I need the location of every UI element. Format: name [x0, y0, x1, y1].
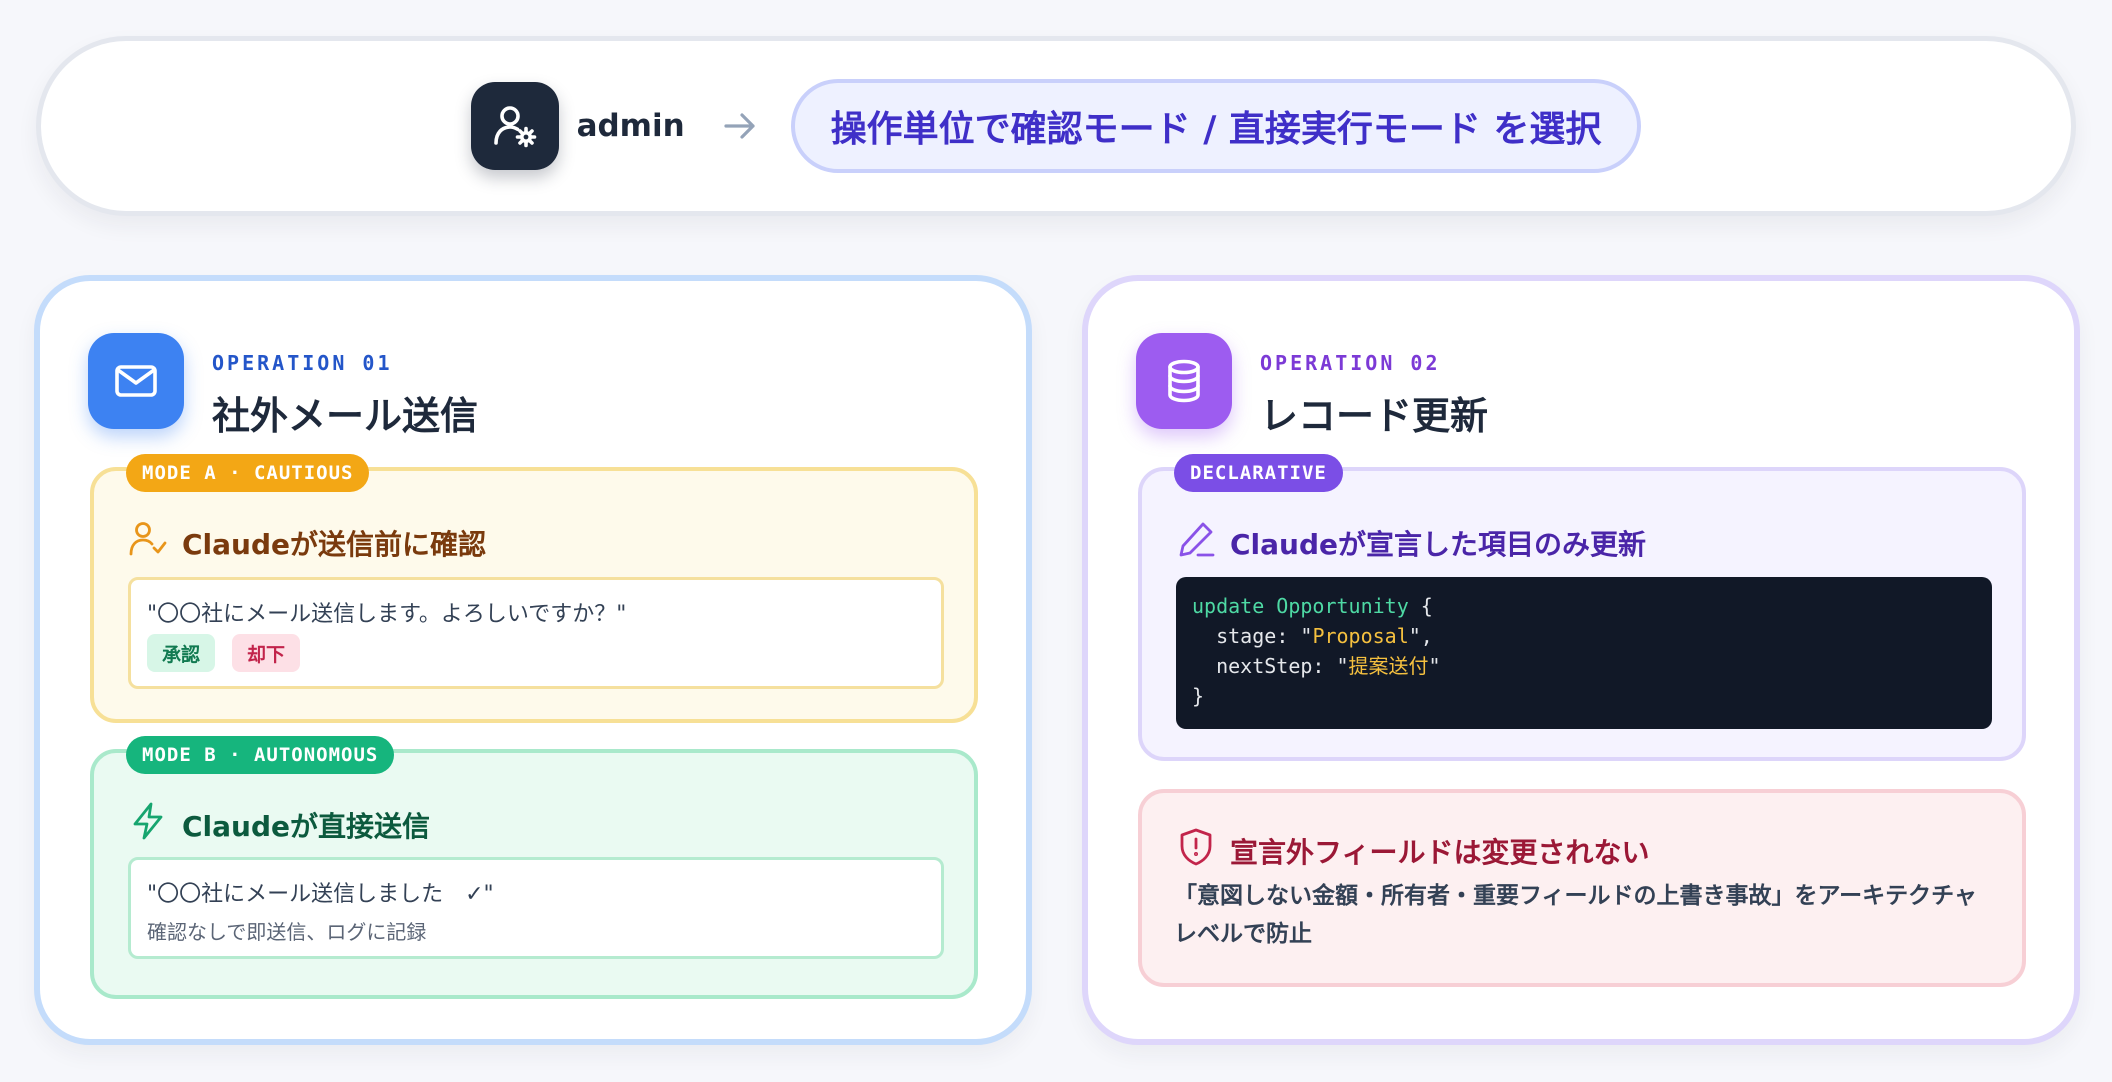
reject-button[interactable]: 却下: [232, 634, 301, 672]
arrow-right-icon: [723, 111, 757, 141]
operation-card-email: OPERATION 01 社外メール送信 MODE A · CAUTIOUS C…: [34, 275, 1032, 1045]
operation-card-record: OPERATION 02 レコード更新 DECLARATIVE Claudeが宣…: [1082, 275, 2080, 1045]
guard-heading: 宣言外フィールドは変更されない: [1176, 827, 1649, 874]
declarative-heading-text: Claudeが宣言した項目のみ更新: [1230, 527, 1647, 561]
declarative-heading: Claudeが宣言した項目のみ更新: [1176, 519, 1646, 566]
operation-title: レコード更新: [1260, 394, 1489, 438]
sent-note: 確認なしで即送信、ログに記録: [147, 920, 427, 944]
sent-message: "〇〇社にメール送信しました ✓": [147, 882, 494, 907]
approve-button[interactable]: 承認: [147, 634, 216, 672]
mode-tag: MODE A · CAUTIOUS: [126, 454, 370, 492]
code-field-name: stage: [1216, 624, 1277, 648]
mode-heading: Claudeが送信前に確認: [128, 519, 486, 566]
declarative-tag: DECLARATIVE: [1174, 454, 1343, 492]
code-keyword: update: [1192, 594, 1265, 618]
sent-message-box: "〇〇社にメール送信しました ✓" 確認なしで即送信、ログに記録: [128, 857, 944, 959]
operation-eyebrow: OPERATION 01: [212, 351, 393, 375]
code-field-name: nextStep: [1216, 654, 1313, 678]
lightning-icon: [128, 801, 168, 848]
confirm-dialog: "〇〇社にメール送信します。よろしいですか？" 承認 却下: [128, 577, 944, 689]
declarative-box: DECLARATIVE Claudeが宣言した項目のみ更新 update Opp…: [1138, 454, 2026, 761]
database-icon: [1136, 333, 1232, 429]
operation-title: 社外メール送信: [212, 394, 479, 438]
guard-box: 宣言外フィールドは変更されない 「意図しない金額・所有者・重要フィールドの上書き…: [1138, 789, 2026, 987]
user-check-icon: [128, 519, 168, 566]
code-field-value: 提案送付: [1348, 654, 1429, 678]
mode-heading-text: Claudeが送信前に確認: [182, 527, 487, 561]
code-block: update Opportunity { stage: "Proposal", …: [1176, 577, 1992, 729]
guard-heading-text: 宣言外フィールドは変更されない: [1230, 835, 1650, 869]
code-object: Opportunity: [1276, 594, 1409, 618]
operation-eyebrow: OPERATION 02: [1260, 351, 1441, 375]
header-bar: admin 操作単位で確認モード / 直接実行モード を選択: [36, 36, 2076, 216]
mode-heading: Claudeが直接送信: [128, 801, 430, 848]
guard-description: 「意図しない金額・所有者・重要フィールドの上書き事故」をアーキテクチャレベルで防…: [1174, 883, 1977, 947]
actor-label: admin: [576, 108, 685, 144]
user-gear-icon: [470, 82, 559, 170]
mode-selection-pill: 操作単位で確認モード / 直接実行モード を選択: [790, 79, 1642, 173]
mode-heading-text: Claudeが直接送信: [182, 809, 431, 843]
mode-b-box: MODE B · AUTONOMOUS Claudeが直接送信 "〇〇社にメール…: [90, 736, 978, 999]
mode-tag: MODE B · AUTONOMOUS: [126, 736, 395, 774]
code-field-value: Proposal: [1312, 624, 1409, 648]
confirm-message: "〇〇社にメール送信します。よろしいですか？": [147, 602, 627, 627]
mail-icon: [88, 333, 184, 429]
mode-a-box: MODE A · CAUTIOUS Claudeが送信前に確認 "〇〇社にメール…: [90, 454, 978, 723]
shield-alert-icon: [1176, 827, 1216, 874]
pencil-icon: [1176, 519, 1216, 566]
